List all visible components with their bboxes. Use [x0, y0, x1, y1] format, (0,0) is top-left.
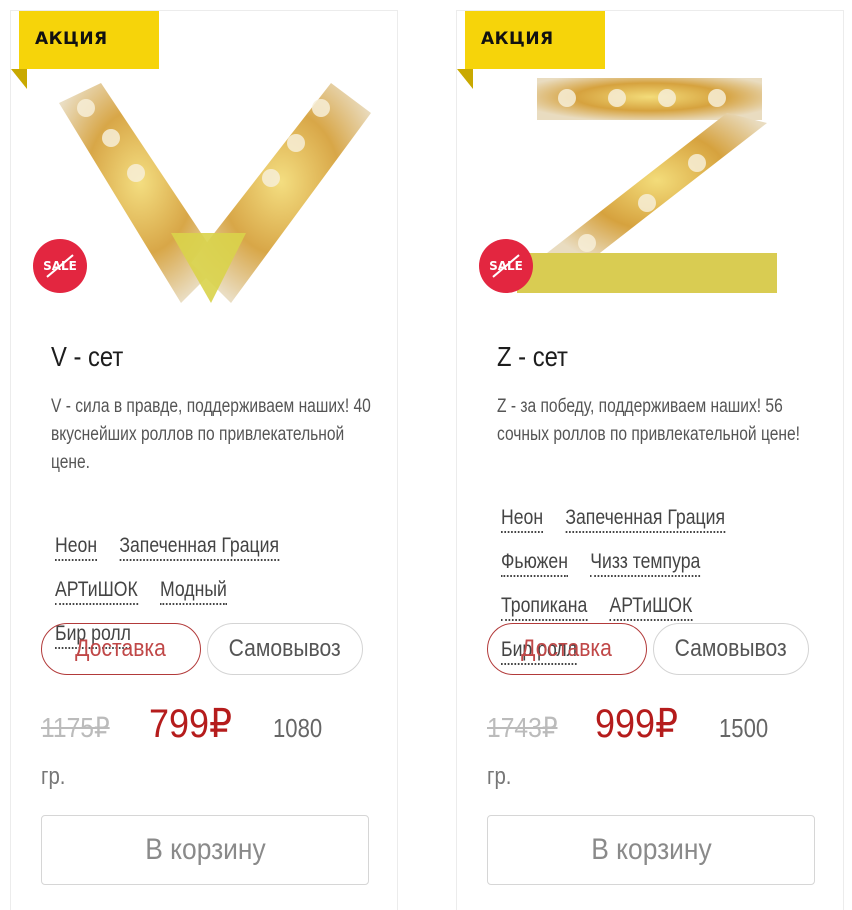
roll-tag[interactable]: Запеченная Грация [565, 505, 726, 533]
tag-row: Неон Запеченная Грация [501, 505, 820, 549]
delivery-label: Доставка [75, 635, 167, 662]
product-card: АКЦИЯ SALE Z - сет Z - за победу, поддер… [456, 10, 844, 910]
ribbon-fold [457, 69, 473, 89]
promo-label: АКЦИЯ [481, 29, 554, 49]
old-price: 1175₽ [41, 712, 110, 743]
promo-label: АКЦИЯ [35, 29, 108, 49]
weight-unit: гр. [487, 763, 512, 790]
roll-tag[interactable]: Неон [501, 505, 544, 533]
product-card: АКЦИЯ SALE V - сет V - сила в правде, по… [10, 10, 398, 910]
product-title[interactable]: V - сет [51, 341, 123, 373]
z-roll-shape [517, 78, 777, 293]
roll-tag[interactable]: Тропикана [501, 593, 588, 621]
sale-badge: SALE [479, 239, 533, 293]
pickup-option[interactable]: Самовывоз [653, 623, 809, 675]
product-description: Z - за победу, поддерживаем наших! 56 со… [497, 396, 800, 445]
cart-button-label: В корзину [590, 833, 712, 866]
new-price: 999₽ [595, 702, 678, 746]
roll-tag[interactable]: Модный [159, 577, 227, 605]
roll-tag[interactable]: Фьюжен [501, 549, 568, 577]
weight: 1080 [273, 713, 323, 743]
cart-button-label: В корзину [144, 833, 266, 866]
promo-ribbon: АКЦИЯ [457, 11, 605, 89]
delivery-option[interactable]: Доставка [487, 623, 647, 675]
promo-ribbon: АКЦИЯ [11, 11, 159, 89]
pickup-label: Самовывоз [228, 635, 342, 662]
add-to-cart-button[interactable]: В корзину [487, 815, 815, 885]
price-row: 1175₽ 799₽ 1080 [41, 701, 401, 751]
roll-tag[interactable]: Неон [55, 533, 98, 561]
v-roll-shape [59, 83, 371, 303]
roll-tag[interactable]: АРТиШОК [609, 593, 693, 621]
delivery-label: Доставка [521, 635, 613, 662]
tag-row: АРТиШОК Модный [55, 577, 374, 621]
product-description: V - сила в правде, поддерживаем наших! 4… [51, 396, 371, 473]
product-title[interactable]: Z - сет [497, 341, 568, 373]
pickup-option[interactable]: Самовывоз [207, 623, 363, 675]
weight-unit: гр. [41, 763, 66, 790]
pickup-label: Самовывоз [674, 635, 788, 662]
sale-badge: SALE [33, 239, 87, 293]
roll-tag[interactable]: Чизз темпура [590, 549, 701, 577]
tag-row: Неон Запеченная Грация [55, 533, 374, 577]
price-row: 1743₽ 999₽ 1500 [487, 701, 847, 751]
ribbon-fold [11, 69, 27, 89]
new-price: 799₽ [149, 702, 232, 746]
tag-row: Фьюжен Чизз темпура [501, 549, 820, 593]
delivery-option[interactable]: Доставка [41, 623, 201, 675]
roll-tag[interactable]: Запеченная Грация [119, 533, 280, 561]
add-to-cart-button[interactable]: В корзину [41, 815, 369, 885]
roll-tag[interactable]: АРТиШОК [55, 577, 138, 605]
weight: 1500 [719, 713, 769, 743]
old-price: 1743₽ [487, 712, 558, 743]
